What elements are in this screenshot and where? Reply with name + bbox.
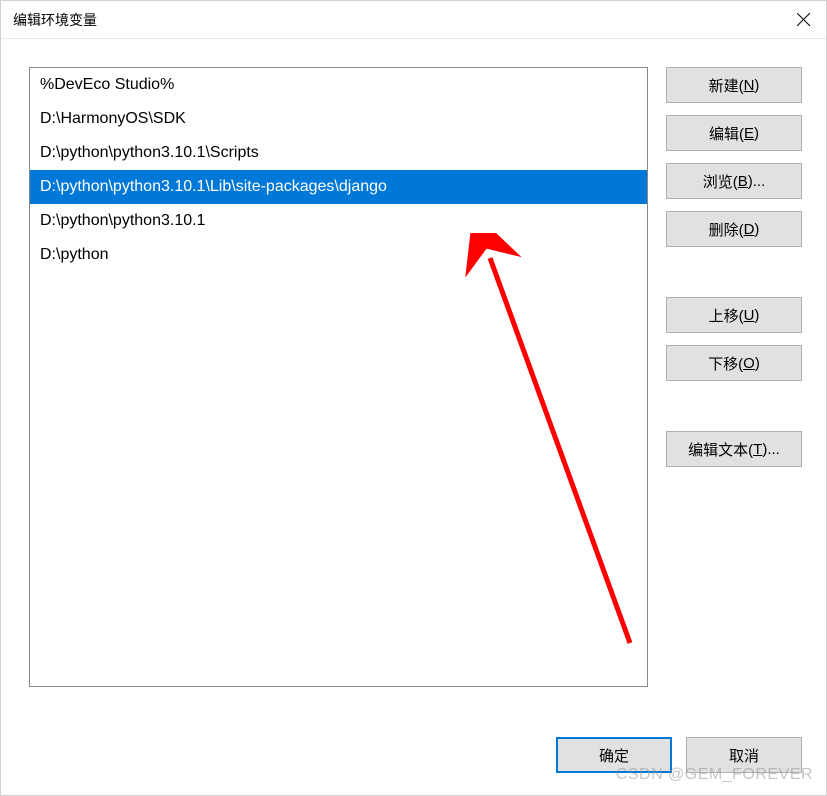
button-mnemonic: U	[744, 307, 755, 324]
bottom-bar: 确定 取消	[1, 727, 826, 795]
button-tail: )	[754, 77, 759, 94]
button-mnemonic: O	[743, 355, 755, 372]
button-label: 确定	[599, 745, 629, 766]
new-button[interactable]: 新建(N)	[666, 67, 802, 103]
move-down-button[interactable]: 下移(O)	[666, 345, 802, 381]
path-listbox[interactable]: %DevEco Studio%D:\HarmonyOS\SDKD:\python…	[29, 67, 648, 687]
button-tail: )	[754, 221, 759, 238]
list-item[interactable]: D:\python\python3.10.1\Lib\site-packages…	[30, 170, 647, 204]
button-tail: )	[754, 307, 759, 324]
button-mnemonic: B	[738, 173, 748, 190]
list-item[interactable]: D:\python\python3.10.1\Scripts	[30, 136, 647, 170]
window-title: 编辑环境变量	[13, 10, 97, 30]
button-label: 上移(	[709, 305, 744, 326]
dialog-window: 编辑环境变量 %DevEco Studio%D:\HarmonyOS\SDKD:…	[0, 0, 827, 796]
list-item[interactable]: D:\python	[30, 238, 647, 272]
cancel-button[interactable]: 取消	[686, 737, 802, 773]
ok-button[interactable]: 确定	[556, 737, 672, 773]
button-label: 新建(	[709, 75, 744, 96]
button-label: 删除(	[709, 219, 744, 240]
button-label: 取消	[729, 745, 759, 766]
move-up-button[interactable]: 上移(U)	[666, 297, 802, 333]
button-tail: )	[754, 125, 759, 142]
button-label: 浏览(	[703, 171, 738, 192]
delete-button[interactable]: 删除(D)	[666, 211, 802, 247]
browse-button[interactable]: 浏览(B)...	[666, 163, 802, 199]
button-label: 编辑(	[709, 123, 744, 144]
list-item[interactable]: %DevEco Studio%	[30, 68, 647, 102]
button-label: 下移(	[708, 353, 743, 374]
button-mnemonic: N	[744, 77, 755, 94]
close-icon	[797, 13, 810, 26]
button-mnemonic: E	[744, 125, 754, 142]
list-item[interactable]: D:\HarmonyOS\SDK	[30, 102, 647, 136]
button-tail: )...	[748, 173, 766, 190]
list-item[interactable]: D:\python\python3.10.1	[30, 204, 647, 238]
titlebar: 编辑环境变量	[1, 1, 826, 39]
button-column: 新建(N) 编辑(E) 浏览(B)... 删除(D) 上移(U) 下移(O) 编…	[666, 67, 802, 717]
annotation-arrow	[440, 233, 648, 653]
edit-button[interactable]: 编辑(E)	[666, 115, 802, 151]
button-mnemonic: D	[744, 221, 755, 238]
content-area: %DevEco Studio%D:\HarmonyOS\SDKD:\python…	[1, 39, 826, 727]
button-mnemonic: T	[753, 441, 762, 458]
button-tail: )	[755, 355, 760, 372]
button-label: 编辑文本(	[688, 439, 753, 460]
close-button[interactable]	[780, 1, 826, 38]
edit-text-button[interactable]: 编辑文本(T)...	[666, 431, 802, 467]
button-tail: )...	[762, 441, 780, 458]
